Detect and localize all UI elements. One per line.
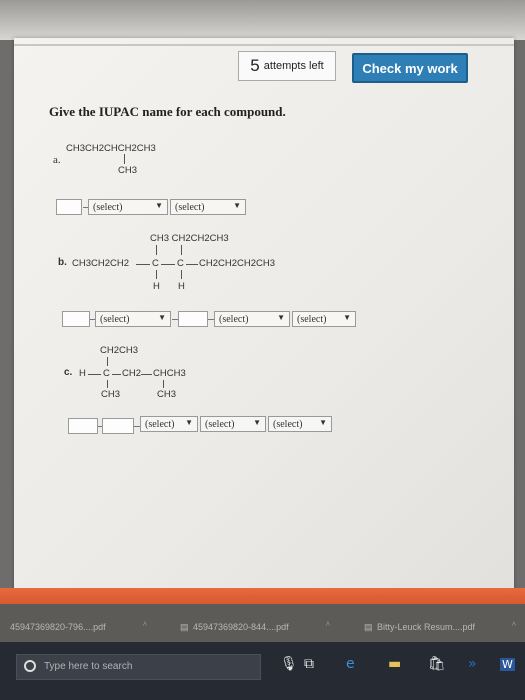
attempts-left-indicator: 5 attempts left bbox=[238, 51, 336, 81]
part-c-select-1[interactable]: (select) ▼ bbox=[140, 416, 198, 432]
photo-background bbox=[0, 0, 525, 40]
part-b-label: b. bbox=[58, 257, 67, 268]
chevron-up-icon[interactable]: ^ bbox=[143, 620, 147, 629]
bond-line bbox=[88, 374, 101, 375]
bond-line bbox=[186, 264, 198, 265]
part-b-number-input-1[interactable] bbox=[62, 311, 90, 327]
select-value: (select) bbox=[273, 418, 303, 430]
app-icon[interactable]: » bbox=[468, 656, 477, 672]
part-c-bottom-left: CH3 bbox=[101, 389, 121, 400]
select-value: (select) bbox=[100, 313, 130, 325]
bond-line bbox=[136, 264, 150, 265]
part-b-hydrogen-2: H bbox=[178, 281, 185, 292]
part-c-number-input-2[interactable] bbox=[102, 418, 134, 434]
part-b-select-1[interactable]: (select) ▼ bbox=[95, 311, 171, 327]
part-b-select-2[interactable]: (select) ▼ bbox=[214, 311, 290, 327]
select-value: (select) bbox=[175, 201, 205, 213]
part-c-carbon: C bbox=[103, 368, 110, 379]
dropdown-arrow-icon: ▼ bbox=[343, 313, 351, 322]
bond-line bbox=[181, 270, 182, 279]
bond-line bbox=[107, 357, 108, 366]
part-b-hydrogen-1: H bbox=[153, 281, 160, 292]
bond-line bbox=[141, 374, 152, 375]
part-b-chain-right: CH2CH2CH2CH3 bbox=[199, 258, 276, 269]
select-value: (select) bbox=[93, 201, 123, 213]
file-icon: ▤ bbox=[364, 622, 373, 632]
file-explorer-icon[interactable]: ▬ bbox=[388, 656, 401, 672]
part-b-chain-left: CH3CH2CH2 bbox=[72, 258, 130, 269]
part-b-select-3[interactable]: (select) ▼ bbox=[292, 311, 356, 327]
check-my-work-button[interactable]: Check my work bbox=[352, 53, 468, 83]
select-value: (select) bbox=[219, 313, 249, 325]
part-c-number-input-1[interactable] bbox=[68, 418, 98, 434]
search-placeholder: Type here to search bbox=[44, 661, 133, 672]
part-c-bottom-right: CH3 bbox=[157, 389, 177, 400]
part-b-carbon-1: C bbox=[152, 258, 159, 269]
part-c-select-3[interactable]: (select) ▼ bbox=[268, 416, 332, 432]
bond-line bbox=[156, 270, 157, 279]
part-a-branch: CH3 bbox=[118, 165, 138, 176]
attempts-label: attempts left bbox=[263, 60, 324, 72]
part-c-label: c. bbox=[64, 367, 73, 378]
task-view-icon[interactable]: ⧉ bbox=[304, 656, 314, 672]
dropdown-arrow-icon: ▼ bbox=[158, 313, 166, 322]
dropdown-arrow-icon: ▼ bbox=[233, 201, 241, 210]
divider bbox=[14, 44, 514, 46]
part-a-label: a. bbox=[53, 154, 61, 166]
part-a-select-2[interactable]: (select) ▼ bbox=[170, 199, 246, 215]
part-b-top-groups: CH3 CH2CH2CH3 bbox=[150, 233, 229, 244]
download-item-2[interactable]: 45947369820-844....pdf bbox=[193, 622, 289, 632]
part-c-right-group: CHCH3 bbox=[153, 368, 186, 379]
select-value: (select) bbox=[145, 418, 175, 430]
dropdown-arrow-icon: ▼ bbox=[185, 418, 193, 427]
part-b-number-input-2[interactable] bbox=[178, 311, 208, 327]
dropdown-arrow-icon: ▼ bbox=[253, 418, 261, 427]
download-item-3[interactable]: Bitty-Leuck Resum....pdf bbox=[377, 622, 475, 632]
bond-line bbox=[181, 245, 182, 255]
part-c-hydrogen: H bbox=[79, 368, 86, 379]
download-item-1[interactable]: 45947369820-796....pdf bbox=[10, 622, 106, 632]
microphone-icon[interactable]: 🎙 bbox=[280, 656, 298, 672]
word-icon[interactable]: W bbox=[500, 658, 515, 671]
bond-line bbox=[156, 245, 157, 255]
part-b-carbon-2: C bbox=[177, 258, 184, 269]
part-c-middle: CH2 bbox=[122, 368, 142, 379]
bond-line bbox=[112, 374, 121, 375]
chevron-up-icon[interactable]: ^ bbox=[326, 620, 330, 629]
part-a-select-1[interactable]: (select) ▼ bbox=[88, 199, 168, 215]
store-icon[interactable]: 🛍 bbox=[428, 656, 446, 672]
attempts-count: 5 bbox=[250, 56, 260, 75]
part-a-number-input[interactable] bbox=[56, 199, 82, 215]
dropdown-arrow-icon: ▼ bbox=[319, 418, 327, 427]
select-value: (select) bbox=[297, 313, 327, 325]
edge-browser-icon[interactable]: e bbox=[346, 656, 355, 672]
bond-line bbox=[161, 264, 175, 265]
cortana-icon[interactable] bbox=[24, 660, 36, 672]
bond-line bbox=[107, 380, 108, 388]
question-heading: Give the IUPAC name for each compound. bbox=[49, 104, 286, 119]
part-c-top-group: CH2CH3 bbox=[100, 345, 139, 356]
chevron-up-icon[interactable]: ^ bbox=[512, 620, 516, 629]
bond-line bbox=[163, 380, 164, 388]
part-c-select-2[interactable]: (select) ▼ bbox=[200, 416, 266, 432]
part-a-main-chain: CH3CH2CHCH2CH3 bbox=[66, 143, 156, 154]
dropdown-arrow-icon: ▼ bbox=[155, 201, 163, 210]
select-value: (select) bbox=[205, 418, 235, 430]
browser-accent-strip bbox=[0, 588, 525, 604]
dropdown-arrow-icon: ▼ bbox=[277, 313, 285, 322]
bond-line bbox=[124, 154, 125, 164]
file-icon: ▤ bbox=[180, 622, 189, 632]
